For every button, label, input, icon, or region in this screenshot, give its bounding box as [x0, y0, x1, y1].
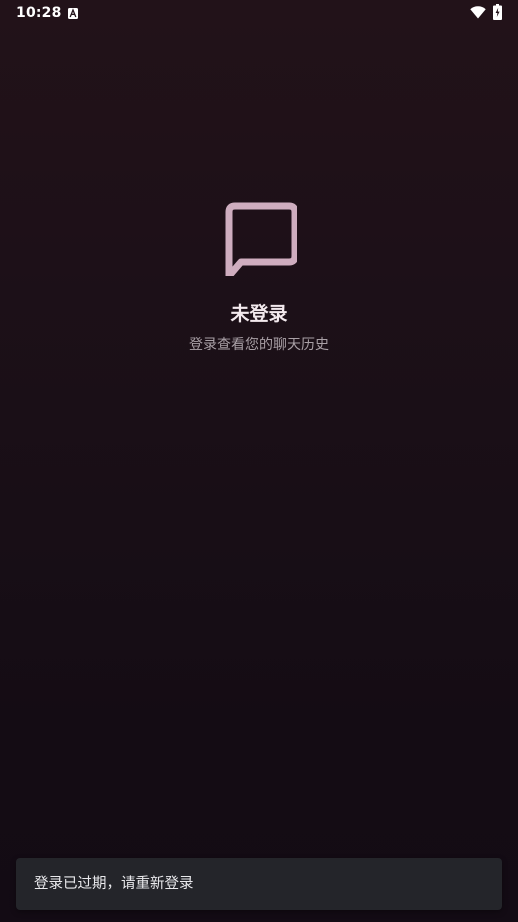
snackbar-message: 登录已过期，请重新登录 [34, 876, 194, 892]
wifi-icon [470, 6, 486, 19]
empty-state: 未登录 登录查看您的聊天历史 [0, 200, 518, 354]
screen: 10:28 未登录 登录查看您的聊天历史 登录已过期，请重新登录 [0, 0, 518, 922]
empty-state-title: 未登录 [230, 303, 288, 325]
chat-bubble-icon [225, 202, 297, 276]
a-icon [68, 8, 78, 19]
snackbar: 登录已过期，请重新登录 [16, 858, 502, 910]
status-bar: 10:28 [0, 0, 518, 28]
empty-state-subtitle: 登录查看您的聊天历史 [189, 337, 329, 353]
status-time: 10:28 [16, 5, 62, 21]
battery-charging-icon [493, 4, 502, 20]
